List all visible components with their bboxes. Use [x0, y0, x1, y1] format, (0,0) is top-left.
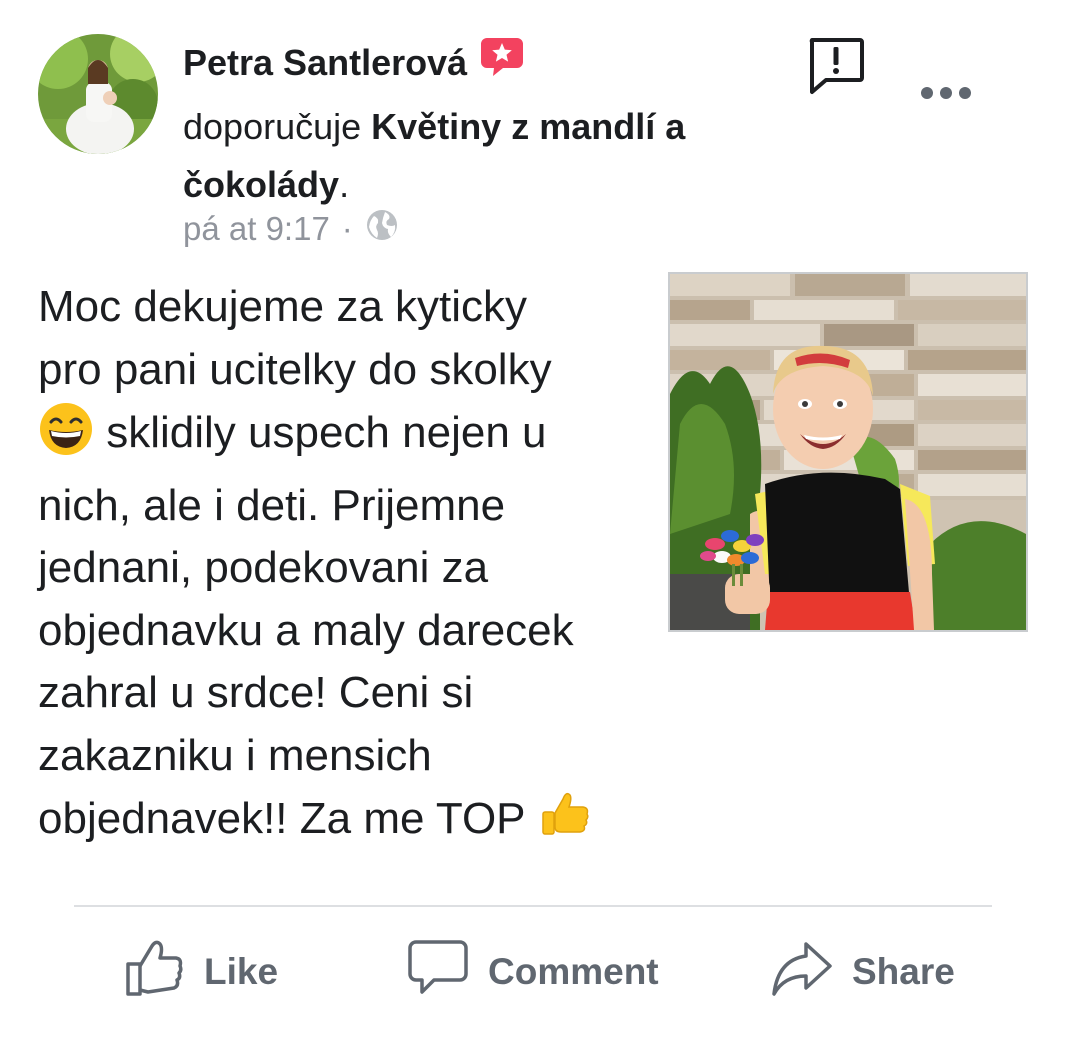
post-timestamp[interactable]: pá at 9:17	[183, 210, 330, 248]
share-arrow-icon	[770, 938, 832, 1007]
globe-icon	[365, 208, 399, 250]
post-line-text: sklidily uspech nejen u	[94, 408, 547, 457]
recommendation-text: doporučuje Květiny z mandlí a čokolády.	[183, 98, 783, 214]
author-name[interactable]: Petra Santlerová	[183, 42, 467, 84]
share-button[interactable]: Share	[770, 936, 955, 1008]
recommendation-badge-icon	[479, 34, 525, 80]
post-line: Moc dekujeme za kyticky	[38, 282, 528, 331]
grinning-face-emoji-icon	[38, 401, 94, 475]
more-options-button[interactable]	[918, 80, 974, 106]
recommend-verb: doporučuje	[183, 106, 362, 147]
share-label: Share	[852, 951, 955, 992]
thumbs-up-icon	[124, 938, 184, 1007]
meta-separator: ·	[341, 210, 353, 247]
speech-bubble-icon	[408, 938, 468, 1007]
post-line: nich, ale i deti. Prijemne	[38, 480, 506, 530]
post-line: objednavku a maly darecek	[38, 605, 574, 655]
post-meta: pá at 9:17 ·	[183, 208, 399, 250]
report-post-button[interactable]	[806, 36, 866, 96]
actions-divider	[74, 905, 992, 907]
recommend-suffix: .	[339, 164, 350, 205]
post-photo[interactable]	[668, 272, 1028, 632]
like-label: Like	[204, 951, 279, 992]
post-line: zahral u srdce! Ceni si	[38, 668, 474, 717]
thumbs-up-emoji-icon	[537, 787, 593, 861]
post-line: pro pani ucitelky do skolky	[38, 344, 552, 394]
post-line: zakazniku i mensich	[38, 730, 432, 780]
post-body-text: Moc dekujeme za kyticky pro pani ucitelk…	[38, 276, 648, 861]
like-button[interactable]: Like	[124, 936, 278, 1008]
ellipsis-icon	[921, 87, 971, 99]
post-line-text: objednavek!! Za me TOP	[38, 794, 537, 843]
author-avatar[interactable]	[38, 34, 158, 154]
post-line: jednani, podekovani za	[38, 543, 489, 592]
exclamation-bubble-icon	[809, 38, 864, 94]
post-line-with-emoji: sklidily uspech nejen u	[38, 401, 648, 475]
author-name-row: Petra Santlerová	[183, 38, 525, 86]
post-line-with-emoji: objednavek!! Za me TOP	[38, 787, 648, 861]
comment-button[interactable]: Comment	[408, 936, 659, 1008]
comment-label: Comment	[488, 951, 659, 992]
